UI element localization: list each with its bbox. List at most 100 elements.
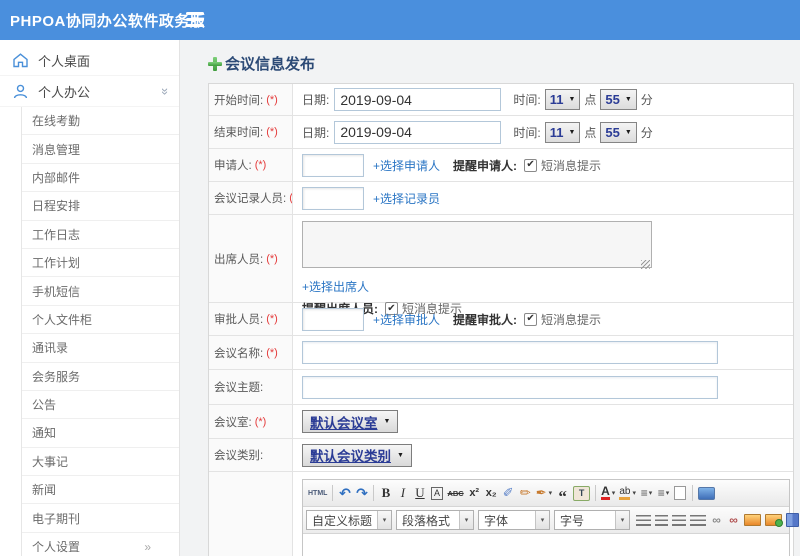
font-color-dropdown[interactable]: A ▾ — [599, 483, 617, 504]
underline-icon[interactable]: U — [411, 483, 428, 504]
align-left-icon[interactable] — [634, 510, 653, 531]
end-minute-select[interactable]: 55 ▼ — [600, 121, 637, 143]
sms-hint-label: 短消息提示 — [541, 158, 602, 173]
chevron-down-icon: » — [157, 87, 173, 95]
insert-image-icon[interactable] — [742, 510, 763, 531]
blockquote-icon[interactable]: “ — [554, 483, 571, 505]
sidebar-item-work-plan[interactable]: 工作计划 — [22, 249, 179, 278]
insert-link-icon[interactable]: ∞ — [708, 510, 725, 531]
required-mark: (*) — [266, 93, 278, 106]
undo-icon[interactable]: ↶ — [336, 483, 353, 504]
bold-icon[interactable]: B — [377, 483, 394, 504]
recorder-input[interactable] — [302, 186, 364, 210]
sidebar: 个人桌面 个人办公 » 在线考勤 消息管理 内部邮件 日程安排 工作日志 工作计… — [0, 40, 180, 556]
font-family-select[interactable]: 字体 ▾ — [478, 510, 550, 530]
format-painter-icon[interactable]: ✏ — [517, 483, 534, 504]
sidebar-item-online-attendance[interactable]: 在线考勤 — [22, 107, 179, 136]
redo-icon[interactable]: ↷ — [353, 483, 370, 504]
html-source-button[interactable]: HTML — [306, 483, 329, 504]
menu-toggle-icon[interactable] — [186, 12, 204, 27]
custom-title-select[interactable]: 自定义标题 ▾ — [306, 510, 392, 530]
applicant-sms-checkbox[interactable]: ✔ — [524, 158, 538, 172]
dropdown-arrow-icon: ▾ — [648, 490, 653, 497]
add-plus-icon — [208, 56, 222, 71]
strikethrough-icon[interactable]: ABC — [445, 483, 465, 504]
row-start-time: 开始时间:(*) 日期: 时间: 11▼ 点 55▼ 分 — [209, 84, 793, 116]
dropdown-arrow-icon: ▾ — [611, 490, 616, 497]
ordered-list-dropdown[interactable]: ≡ ▾ — [638, 483, 655, 504]
choose-approver-link[interactable]: +选择审批人 — [373, 311, 440, 328]
row-attendees: 出席人员:(*) +选择出席人 提醒出席人员: ✔ 短消息提示 — [209, 215, 793, 316]
approver-sms-checkbox[interactable]: ✔ — [524, 312, 538, 326]
meeting-category-select[interactable]: 默认会议类别 ▼ — [302, 443, 412, 467]
end-hour-select[interactable]: 11 ▼ — [544, 121, 581, 143]
sidebar-item-label: 个人桌面 — [38, 53, 91, 69]
upload-image-icon[interactable] — [763, 510, 784, 531]
meeting-subject-input[interactable] — [302, 375, 718, 399]
start-date-input[interactable] — [334, 88, 502, 111]
new-page-icon[interactable] — [672, 483, 689, 504]
sidebar-item-personal-settings[interactable]: 个人设置 » — [22, 533, 179, 556]
unordered-list-dropdown[interactable]: ≡ ▾ — [655, 483, 672, 504]
sidebar-item-e-journal[interactable]: 电子期刊 — [22, 504, 179, 533]
subscript-icon[interactable]: x₂ — [483, 483, 500, 504]
auto-typeset-dropdown[interactable]: ✒ ▾ — [534, 483, 554, 504]
dropdown-arrow-icon: ▾ — [377, 511, 391, 529]
italic-icon[interactable]: I — [394, 483, 411, 504]
sidebar-item-office[interactable]: 个人办公 » — [0, 76, 179, 107]
sidebar-item-work-log[interactable]: 工作日志 — [22, 221, 179, 249]
start-hour-select[interactable]: 11 ▼ — [544, 89, 581, 110]
sidebar-item-announcement[interactable]: 公告 — [22, 391, 179, 420]
align-justify-icon[interactable] — [688, 510, 708, 531]
remind-applicant-label: 提醒申请人: — [453, 158, 518, 173]
select-arrow-icon: ▼ — [568, 96, 576, 103]
sidebar-item-news[interactable]: 新闻 — [22, 476, 179, 505]
superscript-icon[interactable]: x² — [466, 483, 483, 504]
select-arrow-icon: ▼ — [624, 128, 632, 136]
paste-text-icon[interactable]: T — [573, 485, 591, 501]
editor-content-area[interactable] — [303, 534, 789, 556]
paragraph-format-select[interactable]: 段落格式 ▾ — [396, 510, 474, 530]
eraser-icon[interactable]: ✐ — [500, 483, 517, 504]
sidebar-item-schedule[interactable]: 日程安排 — [22, 192, 179, 221]
choose-attendee-link[interactable]: +选择出席人 — [302, 278, 369, 295]
remove-link-icon[interactable]: ∞ — [725, 510, 742, 531]
sms-hint-label: 短消息提示 — [541, 312, 602, 327]
app-header: PHPOA协同办公软件政务版 — [0, 0, 800, 40]
choose-recorder-link[interactable]: +选择记录员 — [373, 190, 440, 207]
sidebar-item-internal-mail[interactable]: 内部邮件 — [22, 164, 179, 193]
sidebar-item-milestones[interactable]: 大事记 — [22, 448, 179, 477]
sidebar-item-message-mgmt[interactable]: 消息管理 — [22, 135, 179, 164]
end-date-input[interactable] — [334, 120, 502, 144]
check-icon: ✔ — [526, 159, 535, 170]
sidebar-item-desktop[interactable]: 个人桌面 — [0, 45, 179, 76]
fullscreen-icon[interactable] — [696, 483, 717, 504]
required-mark: (*) — [266, 252, 278, 265]
applicant-input[interactable] — [302, 153, 364, 177]
meeting-name-input[interactable] — [302, 341, 718, 364]
choose-applicant-link[interactable]: +选择申请人 — [373, 157, 440, 174]
attendees-textarea[interactable] — [302, 221, 652, 268]
meeting-room-select[interactable]: 默认会议室 ▼ — [302, 410, 399, 433]
font-size-select[interactable]: 字号 ▾ — [554, 510, 630, 530]
page-break-icon[interactable] — [784, 510, 800, 531]
sidebar-item-notice[interactable]: 通知 — [22, 419, 179, 448]
chevron-right-icon: » — [144, 539, 151, 554]
highlight-color-dropdown[interactable]: ab ▾ — [617, 483, 638, 504]
start-minute-select[interactable]: 55 ▼ — [600, 89, 637, 110]
page-title: 会议信息发布 — [208, 53, 800, 74]
sidebar-item-contacts[interactable]: 通讯录 — [22, 334, 179, 363]
sidebar-item-sms[interactable]: 手机短信 — [22, 277, 179, 306]
date-label: 日期: — [302, 93, 330, 107]
select-arrow-icon: ▼ — [383, 418, 391, 425]
required-mark: (*) — [266, 126, 278, 138]
sidebar-item-file-cabinet[interactable]: 个人文件柜 — [22, 306, 179, 335]
editor-toolbar-row1: HTML ↶ ↷ B I U A ABC x² x₂ ✐ ✏ ✒ ▾ “ T A… — [303, 480, 789, 507]
align-center-icon[interactable] — [653, 510, 670, 531]
approver-input[interactable] — [302, 307, 364, 331]
align-right-icon[interactable] — [670, 510, 688, 531]
office-submenu: 在线考勤 消息管理 内部邮件 日程安排 工作日志 工作计划 手机短信 个人文件柜… — [21, 107, 179, 556]
remove-format-icon[interactable]: A — [430, 486, 443, 500]
sidebar-item-meeting-service[interactable]: 会务服务 — [22, 363, 179, 391]
dropdown-arrow-icon: ▾ — [632, 490, 636, 497]
